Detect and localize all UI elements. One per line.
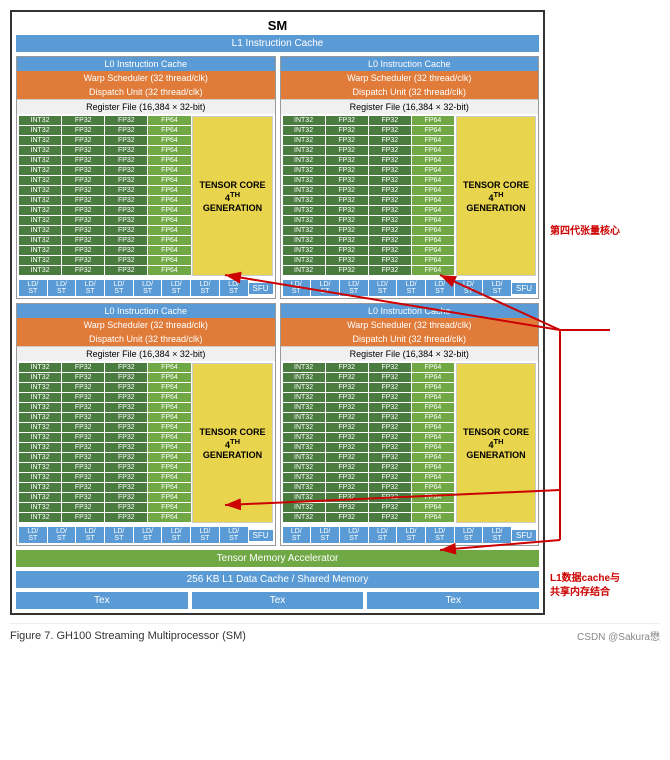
bottom-left-reg-area: INT32FP32FP32FP64 INT32FP32FP32FP64 INT3… [17, 361, 275, 525]
top-right-dispatch-unit: Dispatch Unit (32 thread/clk) [281, 85, 539, 99]
top-right-reg-rows: INT32FP32FP32FP64 INT32FP32FP32FP64 INT3… [283, 116, 454, 276]
l1-instruction-cache-top: L1 Instruction Cache [16, 35, 539, 52]
annotation-fourth-gen: 第四代张量核心 [550, 225, 655, 239]
top-left-col: L0 Instruction Cache Warp Scheduler (32 … [16, 56, 276, 299]
top-right-tensor-core: TENSOR CORE 4TH GENERATION [456, 116, 536, 276]
top-left-l0-cache: L0 Instruction Cache [17, 57, 275, 71]
top-right-ldst-row: LD/ST LD/ST LD/ST LD/ST LD/ST LD/ST LD/S… [281, 278, 539, 298]
bottom-right-dispatch-unit: Dispatch Unit (32 thread/clk) [281, 332, 539, 346]
bottom-left-col: L0 Instruction Cache Warp Scheduler (32 … [16, 303, 276, 546]
bottom-left-tensor-core: TENSOR CORE 4TH GENERATION [192, 363, 272, 523]
l1-combined-label: L1数据cache与 共享内存结合 [550, 572, 655, 600]
bottom-right-reg-rows: INT32FP32FP32FP64 INT32FP32FP32FP64 INT3… [283, 363, 454, 523]
sm-title: SM [16, 16, 539, 35]
top-left-reg-rows: INT32FP32FP32FP64 INT32FP32FP32FP64 INT3… [19, 116, 190, 276]
bottom-left-ldst-row: LD/ST LD/ST LD/ST LD/ST LD/ST LD/ST LD/S… [17, 525, 275, 545]
page: SM L1 Instruction Cache L0 Instruction C… [0, 0, 670, 657]
diagram-overlay: SM L1 Instruction Cache L0 Instruction C… [10, 10, 660, 615]
bottom-left-warp-scheduler: Warp Scheduler (32 thread/clk) [17, 318, 275, 332]
bottom-right-warp-scheduler: Warp Scheduler (32 thread/clk) [281, 318, 539, 332]
fourth-gen-label: 第四代张量核心 [550, 225, 655, 239]
top-two-col: L0 Instruction Cache Warp Scheduler (32 … [16, 56, 539, 299]
top-right-l0-cache: L0 Instruction Cache [281, 57, 539, 71]
tex-cell-2: Tex [192, 592, 364, 609]
csdn-credit: CSDN @Sakura懋 [577, 628, 660, 643]
l1-data-cache: 256 KB L1 Data Cache / Shared Memory [16, 571, 539, 588]
tex-cell-1: Tex [16, 592, 188, 609]
bottom-left-reg-rows: INT32FP32FP32FP64 INT32FP32FP32FP64 INT3… [19, 363, 190, 523]
sm-diagram: SM L1 Instruction Cache L0 Instruction C… [10, 10, 545, 615]
bottom-right-ldst-row: LD/ST LD/ST LD/ST LD/ST LD/ST LD/ST LD/S… [281, 525, 539, 545]
bottom-left-dispatch-unit: Dispatch Unit (32 thread/clk) [17, 332, 275, 346]
top-right-reg-area: INT32FP32FP32FP64 INT32FP32FP32FP64 INT3… [281, 114, 539, 278]
bottom-two-col: L0 Instruction Cache Warp Scheduler (32 … [16, 303, 539, 546]
figure-caption-row: Figure 7. GH100 Streaming Multiprocessor… [10, 623, 660, 647]
top-right-register-file: Register File (16,384 × 32-bit) [281, 99, 539, 114]
sm-container: SM L1 Instruction Cache L0 Instruction C… [10, 10, 545, 615]
bottom-right-l0-cache: L0 Instruction Cache [281, 304, 539, 318]
bottom-left-register-file: Register File (16,384 × 32-bit) [17, 346, 275, 361]
top-left-dispatch-unit: Dispatch Unit (32 thread/clk) [17, 85, 275, 99]
tensor-memory-accelerator: Tensor Memory Accelerator [16, 550, 539, 567]
bottom-right-col: L0 Instruction Cache Warp Scheduler (32 … [280, 303, 540, 546]
top-right-col: L0 Instruction Cache Warp Scheduler (32 … [280, 56, 540, 299]
bottom-right-reg-area: INT32FP32FP32FP64 INT32FP32FP32FP64 INT3… [281, 361, 539, 525]
top-left-register-file: Register File (16,384 × 32-bit) [17, 99, 275, 114]
annotation-l1-combined: L1数据cache与 共享内存结合 [550, 572, 655, 600]
top-right-warp-scheduler: Warp Scheduler (32 thread/clk) [281, 71, 539, 85]
bottom-right-tensor-core: TENSOR CORE 4TH GENERATION [456, 363, 536, 523]
top-left-ldst-row: LD/ST LD/ST LD/ST LD/ST LD/ST LD/ST LD/S… [17, 278, 275, 298]
tex-row: Tex Tex Tex [16, 592, 539, 609]
top-left-warp-scheduler: Warp Scheduler (32 thread/clk) [17, 71, 275, 85]
top-left-reg-area: INT32FP32FP32FP64 INT32FP32FP32FP64 INT3… [17, 114, 275, 278]
tex-cell-3: Tex [367, 592, 539, 609]
bottom-left-l0-cache: L0 Instruction Cache [17, 304, 275, 318]
annotations-panel: 第四代张量核心 L1数据cache与 共享内存结合 [545, 10, 660, 615]
figure-caption-text: Figure 7. GH100 Streaming Multiprocessor… [10, 630, 246, 642]
bottom-right-register-file: Register File (16,384 × 32-bit) [281, 346, 539, 361]
top-left-tensor-core: TENSOR CORE 4TH GENERATION [192, 116, 272, 276]
